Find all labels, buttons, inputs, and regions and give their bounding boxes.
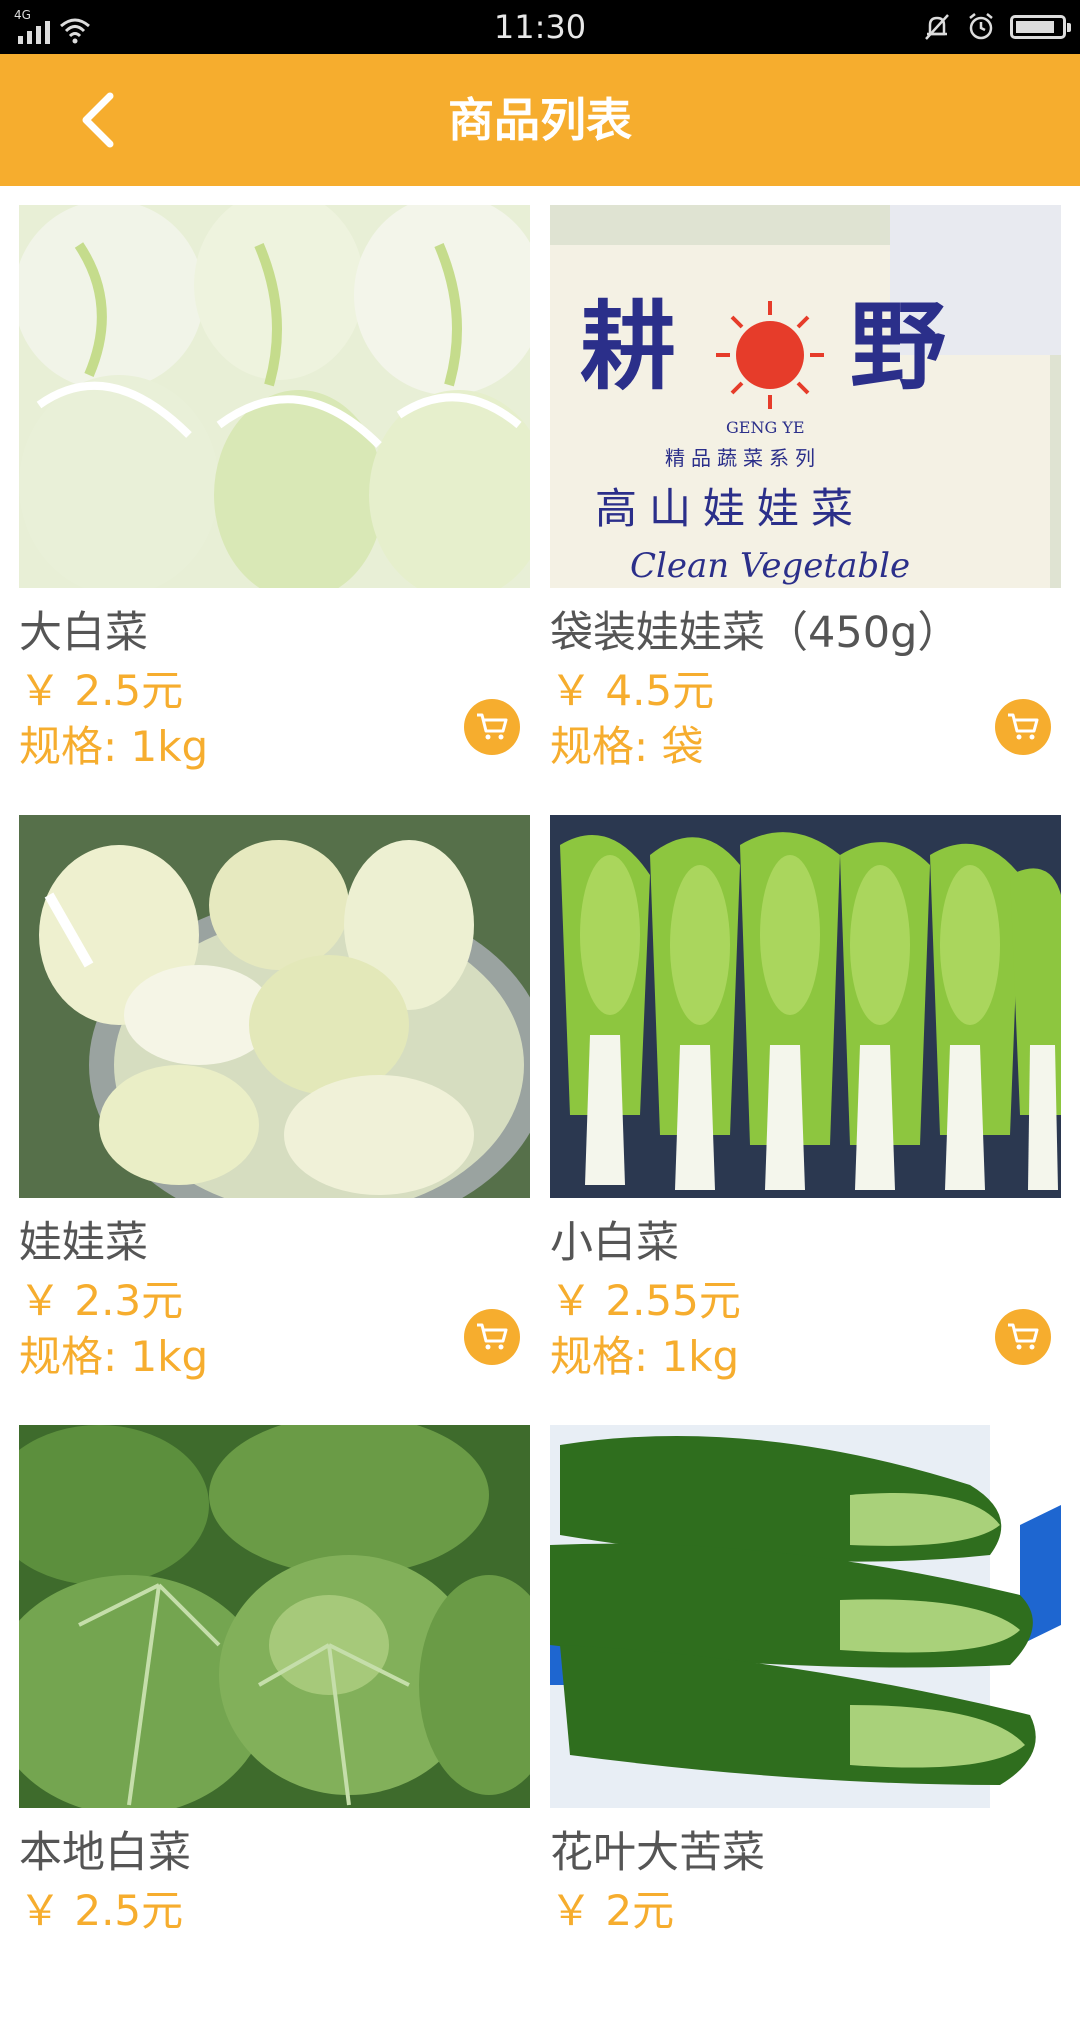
page-title: 商品列表 [448, 93, 632, 147]
product-price: ￥ 2.5元 [19, 1886, 184, 1935]
product-image-local-cabbage[interactable] [19, 1425, 530, 1808]
product-image-bok-choy[interactable] [550, 815, 1061, 1198]
product-image-bitter-greens[interactable] [550, 1425, 1061, 1808]
cart-icon [477, 1323, 508, 1350]
status-bar: 4G 11:30 [0, 0, 1080, 54]
add-to-cart-button[interactable] [995, 1309, 1051, 1365]
product-card[interactable]: 耕 野 GENG YE 精品蔬菜系列 高山娃娃菜 Clean Vegetable… [550, 205, 1061, 815]
add-to-cart-button[interactable] [464, 1309, 520, 1365]
status-right [922, 10, 1071, 44]
app-bar: 商品列表 [0, 54, 1080, 186]
image-script: Clean Vegetable [630, 546, 910, 586]
image-series: 精品蔬菜系列 [665, 446, 821, 470]
product-card[interactable]: 小白菜 ￥ 2.55元 规格: 1kg [550, 815, 1061, 1425]
back-button[interactable] [62, 84, 134, 156]
status-time: 11:30 [493, 8, 587, 46]
product-name: 花叶大苦菜 [550, 1828, 765, 1878]
product-price: ￥ 2.5元 [19, 666, 184, 715]
product-card[interactable]: 本地白菜 ￥ 2.5元 [19, 1425, 530, 2035]
product-price: ￥ 2.3元 [19, 1276, 184, 1325]
product-price: ￥ 2元 [550, 1886, 675, 1935]
product-image-bagged-baby-cabbage[interactable]: 耕 野 GENG YE 精品蔬菜系列 高山娃娃菜 Clean Vegetable [550, 205, 1061, 588]
cart-icon [477, 713, 508, 740]
battery-icon [1010, 15, 1071, 39]
product-card[interactable]: 娃娃菜 ￥ 2.3元 规格: 1kg [19, 815, 530, 1425]
alarm-icon [969, 13, 993, 40]
product-grid: 大白菜 ￥ 2.5元 规格: 1kg 耕 野 GENG YE 精品蔬菜系列 高山… [19, 205, 1061, 2035]
bell-muted-icon [925, 14, 949, 40]
product-name: 小白菜 [550, 1218, 679, 1268]
product-name: 娃娃菜 [19, 1218, 148, 1268]
image-product: 高山娃娃菜 [595, 484, 865, 533]
product-spec: 规格: 1kg [550, 1332, 740, 1381]
cart-icon [1008, 1323, 1039, 1350]
product-card[interactable]: 花叶大苦菜 ￥ 2元 [550, 1425, 1061, 2035]
product-name: 本地白菜 [19, 1828, 191, 1878]
image-brand-latin: GENG YE [726, 418, 805, 437]
add-to-cart-button[interactable] [995, 699, 1051, 755]
add-to-cart-button[interactable] [464, 699, 520, 755]
cart-icon [1008, 713, 1039, 740]
product-spec: 规格: 1kg [19, 722, 209, 771]
product-spec: 规格: 1kg [19, 1332, 209, 1381]
product-name: 袋装娃娃菜（450g） [550, 608, 961, 658]
image-brand-left: 耕 [580, 291, 676, 403]
product-image-napa-cabbage[interactable] [19, 205, 530, 588]
product-price: ￥ 2.55元 [550, 1276, 741, 1325]
product-card[interactable]: 大白菜 ￥ 2.5元 规格: 1kg [19, 205, 530, 815]
chevron-left-icon [82, 92, 114, 148]
product-image-baby-cabbage[interactable] [19, 815, 530, 1198]
product-spec: 规格: 袋 [550, 722, 704, 771]
product-price: ￥ 4.5元 [550, 666, 715, 715]
product-name: 大白菜 [19, 608, 148, 658]
image-brand-right: 野 [850, 291, 946, 403]
